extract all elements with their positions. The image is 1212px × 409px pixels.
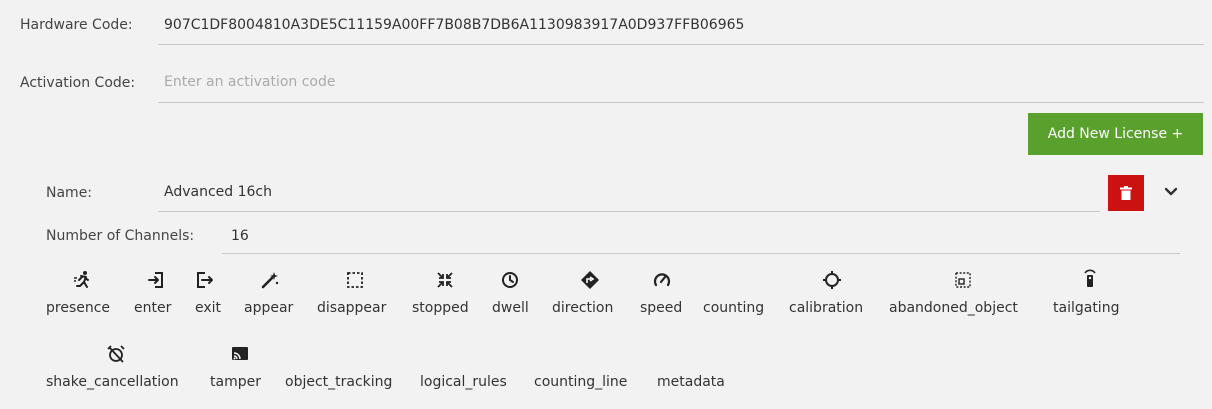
speedometer-icon [652, 270, 672, 290]
crosshair-icon [822, 270, 842, 290]
feature-label-tailgating: tailgating [1053, 300, 1120, 316]
remote-icon [1080, 268, 1100, 288]
feature-label-object-tracking: object_tracking [285, 374, 393, 390]
hardware-code-label: Hardware Code: [20, 17, 133, 33]
alarm-off-icon [106, 344, 126, 364]
activation-code-underline [158, 102, 1204, 103]
chevron-down-icon[interactable] [1160, 181, 1182, 203]
cast-icon [230, 344, 250, 364]
feature-label-metadata: metadata [657, 374, 725, 390]
collapse-arrows-icon [435, 270, 455, 290]
channels-label: Number of Channels: [46, 228, 195, 244]
license-name-underline [158, 211, 1100, 212]
clock-icon [500, 270, 520, 290]
feature-label-appear: appear [244, 300, 294, 316]
feature-label-stopped: stopped [412, 300, 469, 316]
feature-label-logical-rules: logical_rules [420, 374, 507, 390]
feature-label-calibration: calibration [789, 300, 864, 316]
feature-label-disappear: disappear [317, 300, 387, 316]
magic-wand-icon [260, 270, 280, 290]
trash-icon [1120, 186, 1132, 200]
activation-code-label: Activation Code: [20, 75, 136, 91]
delete-license-button[interactable] [1108, 175, 1144, 211]
license-name-input[interactable]: Advanced 16ch [164, 184, 272, 200]
hardware-code-value: 907C1DF8004810A3DE5C11159A00FF7B08B7DB6A… [164, 17, 745, 33]
feature-label-presence: presence [46, 300, 111, 316]
exit-icon [195, 270, 215, 290]
hardware-code-underline [158, 44, 1204, 45]
activation-code-input[interactable]: Enter an activation code [164, 74, 335, 90]
feature-label-abandoned-object: abandoned_object [889, 300, 1018, 316]
direction-sign-icon [580, 270, 600, 290]
channels-input[interactable]: 16 [231, 228, 249, 244]
feature-label-enter: enter [134, 300, 172, 316]
feature-label-tamper: tamper [210, 374, 261, 390]
dashed-square-icon [345, 270, 365, 290]
feature-label-counting: counting [703, 300, 765, 316]
add-new-license-button[interactable]: Add New License + [1028, 113, 1203, 155]
enter-icon [146, 270, 166, 290]
feature-label-dwell: dwell [492, 300, 529, 316]
feature-label-exit: exit [195, 300, 222, 316]
feature-label-direction: direction [552, 300, 614, 316]
running-person-icon [73, 270, 93, 290]
abandoned-box-icon [953, 270, 973, 290]
feature-label-shake-cancellation: shake_cancellation [46, 374, 179, 390]
feature-label-speed: speed [640, 300, 683, 316]
license-name-label: Name: [46, 185, 93, 201]
feature-label-counting-line: counting_line [534, 374, 628, 390]
channels-underline [222, 253, 1180, 254]
